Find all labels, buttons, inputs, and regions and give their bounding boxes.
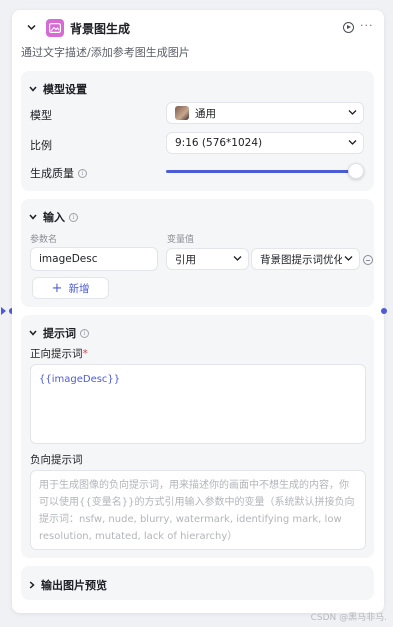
ref-value-select[interactable]: 背景图提示词优化 bbox=[251, 248, 360, 270]
model-label: 模型 bbox=[30, 109, 52, 122]
node-card: 背景图生成 ··· 通过文字描述/添加参考图生成图片 模型设置 模型 通用 比例… bbox=[12, 10, 384, 613]
prompt-header[interactable]: 提示词 i bbox=[29, 325, 89, 341]
ref-type-select[interactable]: 引用 bbox=[166, 248, 249, 270]
node-description: 通过文字描述/添加参考图生成图片 bbox=[21, 46, 190, 59]
output-preview-header[interactable]: 输出图片预览 bbox=[29, 577, 107, 593]
node-header: 背景图生成 ··· bbox=[12, 10, 384, 46]
add-param-button[interactable]: + 新增 bbox=[32, 277, 109, 299]
required-mark: * bbox=[82, 348, 88, 360]
quality-label: 生成质量 bbox=[30, 167, 74, 180]
param-name-input[interactable]: imageDesc bbox=[30, 247, 158, 271]
ratio-value: 9:16 (576*1024) bbox=[175, 137, 263, 149]
ratio-select[interactable]: 9:16 (576*1024) bbox=[166, 132, 364, 154]
model-value: 通用 bbox=[195, 107, 216, 120]
remove-param-icon[interactable] bbox=[363, 255, 373, 265]
chevron-down-icon bbox=[348, 110, 357, 115]
prompt-section: 提示词 i 正向提示词* {{imageDesc}} 负向提示词 用于生成图像的… bbox=[21, 315, 374, 558]
chevron-down-icon bbox=[29, 86, 37, 92]
run-icon[interactable] bbox=[343, 22, 354, 33]
output-port[interactable] bbox=[381, 308, 387, 314]
ref-value: 背景图提示词优化 bbox=[260, 253, 342, 266]
chevron-down-icon bbox=[344, 256, 353, 261]
info-icon[interactable]: i bbox=[78, 168, 87, 178]
param-name-header: 参数名 bbox=[30, 235, 58, 245]
positive-prompt-value: {{imageDesc}} bbox=[39, 374, 121, 385]
quality-label-row: 生成质量 i bbox=[30, 165, 87, 181]
collapse-chevron-icon[interactable] bbox=[27, 24, 36, 31]
add-label: 新增 bbox=[68, 282, 90, 295]
watermark: CSDN @黑马非马. bbox=[310, 613, 387, 623]
variable-value-header: 变量值 bbox=[167, 235, 195, 245]
model-select[interactable]: 通用 bbox=[166, 102, 364, 124]
positive-prompt-textarea[interactable]: {{imageDesc}} bbox=[30, 364, 366, 444]
input-header[interactable]: 输入 i bbox=[29, 209, 78, 225]
ref-type-value: 引用 bbox=[175, 253, 196, 266]
model-settings-section: 模型设置 模型 通用 比例 9:16 (576*1024) 生成质量 i bbox=[21, 71, 374, 191]
image-generate-icon bbox=[46, 19, 64, 37]
negative-prompt-label: 负向提示词 bbox=[30, 454, 83, 466]
positive-prompt-label-row: 正向提示词* bbox=[30, 346, 88, 361]
chevron-down-icon bbox=[348, 140, 357, 145]
section-title: 提示词 bbox=[43, 327, 76, 340]
param-name-value: imageDesc bbox=[39, 253, 98, 265]
negative-prompt-textarea[interactable]: 用于生成图像的负向提示词，用来描述你的画面中不想生成的内容，你可以使用{{变量名… bbox=[30, 470, 366, 550]
chevron-down-icon bbox=[29, 214, 37, 220]
chevron-right-icon bbox=[29, 581, 35, 589]
negative-prompt-placeholder: 用于生成图像的负向提示词，用来描述你的画面中不想生成的内容，你可以使用{{变量名… bbox=[39, 480, 355, 542]
node-title: 背景图生成 bbox=[70, 22, 131, 36]
ratio-label: 比例 bbox=[30, 139, 52, 152]
section-title: 输出图片预览 bbox=[41, 579, 107, 592]
input-port-arrow bbox=[1, 307, 6, 315]
chevron-down-icon bbox=[233, 256, 242, 261]
info-icon[interactable]: i bbox=[69, 212, 78, 222]
input-section: 输入 i 参数名 变量值 imageDesc 引用 背景图提示词优化 + 新增 bbox=[21, 199, 374, 307]
more-icon[interactable]: ··· bbox=[360, 19, 374, 32]
output-preview-section[interactable]: 输出图片预览 bbox=[21, 566, 374, 600]
info-icon[interactable]: i bbox=[80, 328, 89, 338]
plus-icon: + bbox=[51, 280, 63, 296]
chevron-down-icon bbox=[29, 330, 37, 336]
section-title: 输入 bbox=[43, 211, 65, 224]
positive-prompt-label: 正向提示词 bbox=[30, 348, 83, 360]
model-avatar bbox=[175, 106, 189, 120]
model-settings-header[interactable]: 模型设置 bbox=[29, 81, 87, 97]
quality-slider-thumb[interactable] bbox=[348, 163, 364, 179]
quality-slider-track[interactable] bbox=[166, 170, 356, 173]
section-title: 模型设置 bbox=[43, 83, 87, 96]
